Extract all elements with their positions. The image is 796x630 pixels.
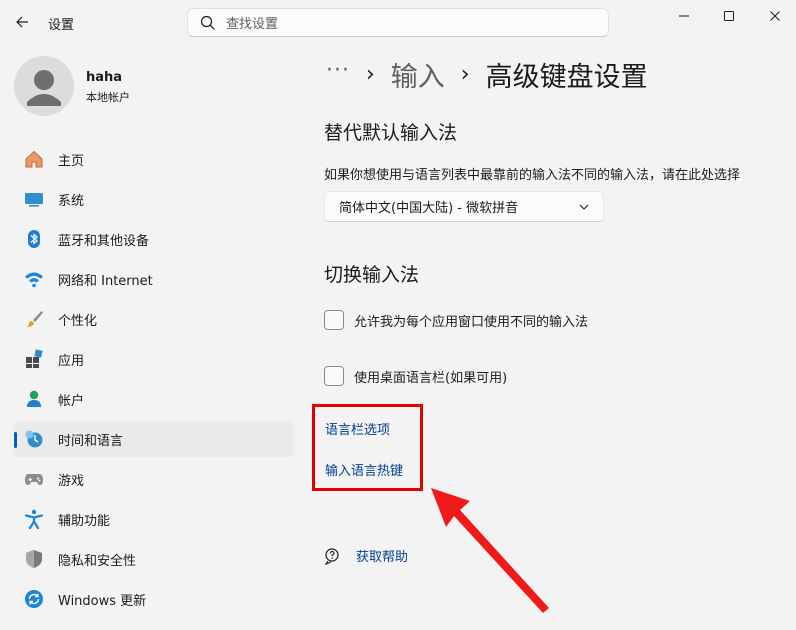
page-title: 高级键盘设置: [485, 61, 648, 93]
section-heading-switch: 切换输入法: [324, 264, 420, 286]
desktop-language-bar-label: 使用桌面语言栏(如果可用): [354, 370, 508, 386]
input-method-select[interactable]: 简体中文(中国大陆) - 微软拼音: [324, 191, 604, 222]
breadcrumb-more-button[interactable]: ···: [326, 58, 350, 83]
sidebar-item-time-language[interactable]: 时间和语言: [14, 421, 294, 457]
sidebar-item-label: 帐户: [58, 393, 85, 409]
search-placeholder: 查找设置: [226, 17, 279, 32]
per-app-input-label: 允许我为每个应用窗口使用不同的输入法: [354, 314, 589, 330]
desktop-language-bar-checkbox-row[interactable]: 使用桌面语言栏(如果可用): [324, 366, 507, 386]
user-avatar-icon: [27, 70, 61, 106]
help-icon: [324, 547, 339, 565]
sidebar-item-label: 游戏: [58, 473, 85, 489]
sidebar-item-label: 隐私和安全性: [58, 553, 137, 569]
sidebar-item-system[interactable]: 系统: [14, 181, 294, 217]
accessibility-icon: [24, 509, 44, 529]
sidebar-item-label: 应用: [58, 353, 85, 369]
chevron-right-icon: ›: [460, 61, 470, 87]
breadcrumb-parent-link[interactable]: 输入: [391, 55, 445, 94]
app-title: 设置: [48, 18, 75, 33]
close-icon: [770, 11, 780, 21]
override-description: 如果你想使用与语言列表中最靠前的输入法不同的输入法，请在此处选择: [324, 168, 741, 183]
get-help-row[interactable]: 获取帮助: [324, 546, 408, 565]
search-icon: [200, 15, 215, 30]
minimize-button[interactable]: [672, 6, 696, 26]
per-app-input-checkbox[interactable]: [324, 310, 344, 330]
user-name: haha: [86, 70, 123, 85]
sidebar-item-label: 主页: [58, 153, 85, 169]
bluetooth-icon: [24, 229, 44, 249]
sidebar-item-personalization[interactable]: 个性化: [14, 301, 294, 337]
sidebar-item-label: 网络和 Internet: [58, 273, 153, 289]
account-icon: [24, 389, 44, 409]
sidebar-item-label: 个性化: [58, 313, 98, 329]
chevron-down-icon: [579, 204, 589, 210]
sidebar-item-network[interactable]: 网络和 Internet: [14, 261, 294, 297]
sidebar-item-privacy[interactable]: 隐私和安全性: [14, 541, 294, 577]
annotation-arrow-icon: [431, 488, 549, 613]
back-arrow-icon: [16, 16, 28, 28]
input-method-select-value: 简体中文(中国大陆) - 微软拼音: [339, 201, 519, 216]
display-icon: [24, 189, 44, 209]
sidebar-item-label: 时间和语言: [58, 433, 124, 449]
get-help-link[interactable]: 获取帮助: [356, 546, 408, 565]
minimize-icon: [679, 15, 689, 17]
search-input[interactable]: 查找设置: [187, 8, 609, 37]
per-app-input-checkbox-row[interactable]: 允许我为每个应用窗口使用不同的输入法: [324, 310, 588, 330]
sidebar-item-windows-update[interactable]: Windows 更新: [14, 581, 294, 617]
desktop-language-bar-checkbox[interactable]: [324, 366, 344, 386]
gamepad-icon: [24, 469, 44, 489]
breadcrumb: ··· › 输入 › 高级键盘设置: [326, 55, 648, 94]
shield-icon: [24, 549, 44, 569]
sidebar-item-accounts[interactable]: 帐户: [14, 381, 294, 417]
account-type: 本地帐户: [86, 91, 130, 104]
avatar[interactable]: [14, 56, 74, 116]
sidebar-nav: 主页 系统 蓝牙和其他设备 网络和 Internet 个性化 应用 帐户 时间和…: [14, 141, 294, 621]
close-button[interactable]: [763, 6, 787, 26]
maximize-button[interactable]: [717, 6, 741, 26]
sidebar-item-label: 系统: [58, 193, 85, 209]
time-language-icon: [24, 429, 44, 449]
sidebar-item-apps[interactable]: 应用: [14, 341, 294, 377]
back-button[interactable]: [10, 11, 34, 33]
update-icon: [24, 589, 44, 609]
annotation-highlight-box: [312, 404, 423, 491]
sidebar-item-bluetooth[interactable]: 蓝牙和其他设备: [14, 221, 294, 257]
sidebar-item-home[interactable]: 主页: [14, 141, 294, 177]
brush-icon: [24, 309, 44, 329]
sidebar-item-accessibility[interactable]: 辅助功能: [14, 501, 294, 537]
wifi-icon: [24, 269, 44, 289]
sidebar-item-label: 蓝牙和其他设备: [58, 233, 150, 249]
chevron-right-icon: ›: [365, 61, 375, 87]
title-bar: 设置 查找设置: [0, 0, 796, 44]
sidebar-item-label: Windows 更新: [58, 593, 147, 609]
home-icon: [24, 149, 44, 169]
section-heading-override: 替代默认输入法: [324, 122, 458, 144]
maximize-icon: [724, 11, 734, 21]
sidebar-item-gaming[interactable]: 游戏: [14, 461, 294, 497]
apps-icon: [24, 349, 44, 369]
sidebar-item-label: 辅助功能: [58, 513, 111, 529]
